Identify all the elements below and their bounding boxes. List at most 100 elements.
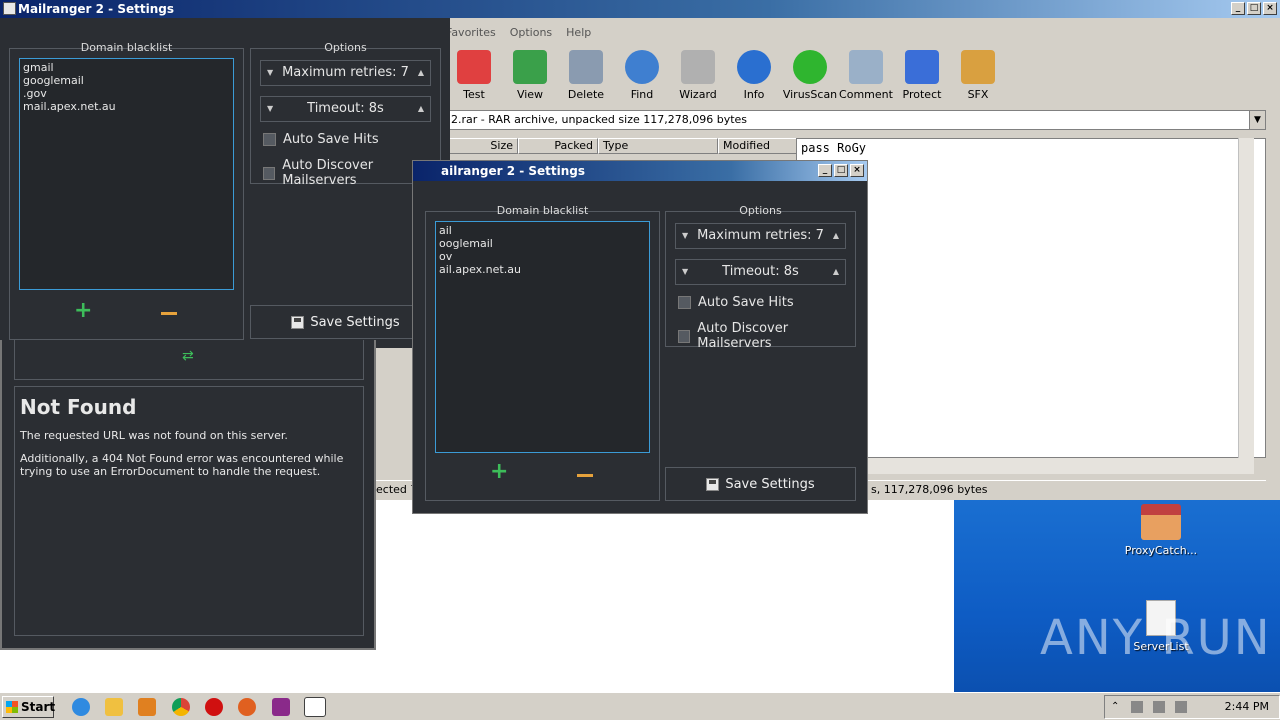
trash-icon bbox=[569, 50, 603, 84]
blacklist-list[interactable]: gmail googlemail .gov mail.apex.net.au bbox=[19, 58, 234, 290]
floppy-icon bbox=[706, 477, 720, 491]
checkbox-box[interactable] bbox=[678, 329, 691, 343]
window-titlebar[interactable]: Mailranger 2 - Settings _ □ × bbox=[0, 0, 1280, 18]
vertical-scrollbar[interactable] bbox=[1238, 138, 1254, 458]
mailranger-taskbar-icon[interactable] bbox=[304, 697, 326, 717]
list-item[interactable]: ov bbox=[439, 250, 646, 263]
add-domain-button[interactable]: + bbox=[74, 300, 92, 322]
save-settings-button[interactable]: Save Settings bbox=[665, 467, 856, 501]
arrow-up-icon[interactable]: ▲ bbox=[833, 224, 839, 248]
list-item[interactable]: googlemail bbox=[23, 74, 230, 87]
flag-icon[interactable] bbox=[1175, 701, 1187, 713]
list-item[interactable]: ooglemail bbox=[439, 237, 646, 250]
timeout-spinner[interactable]: ▼ Timeout: 8s ▲ bbox=[260, 96, 431, 122]
error-content: Not Found The requested URL was not foun… bbox=[14, 386, 364, 636]
network-icon[interactable] bbox=[1153, 701, 1165, 713]
archive-path-field[interactable]: 2.rar - RAR archive, unpacked size 117,2… bbox=[446, 110, 1266, 130]
max-retries-spinner[interactable]: ▼ Maximum retries: 7 ▲ bbox=[260, 60, 431, 86]
list-item[interactable]: mail.apex.net.au bbox=[23, 100, 230, 113]
col-type[interactable]: Type bbox=[598, 138, 718, 154]
ie-icon[interactable] bbox=[72, 698, 90, 716]
tool-protect[interactable]: Protect bbox=[894, 48, 950, 108]
desktop-icon-proxycatch[interactable]: ProxyCatch... bbox=[1121, 504, 1201, 557]
tool-comment[interactable]: Comment bbox=[838, 48, 894, 108]
arrow-down-icon[interactable]: ▼ bbox=[682, 224, 688, 248]
media-player-icon[interactable] bbox=[138, 698, 156, 716]
col-packed[interactable]: Packed bbox=[518, 138, 598, 154]
windows-flag-icon bbox=[6, 701, 18, 713]
timeout-spinner[interactable]: ▼ Timeout: 8s ▲ bbox=[675, 259, 846, 285]
tool-delete[interactable]: Delete bbox=[558, 48, 614, 108]
list-item[interactable]: ail.apex.net.au bbox=[439, 263, 646, 276]
tool-find[interactable]: Find bbox=[614, 48, 670, 108]
add-domain-button[interactable]: + bbox=[490, 461, 508, 483]
blacklist-list[interactable]: ail ooglemail ov ail.apex.net.au bbox=[435, 221, 650, 453]
folder-icon[interactable] bbox=[105, 698, 123, 716]
col-modified[interactable]: Modified bbox=[718, 138, 798, 154]
tool-view[interactable]: View bbox=[502, 48, 558, 108]
arrow-up-icon[interactable]: ▲ bbox=[833, 260, 839, 284]
blacklist-title: Domain blacklist bbox=[80, 41, 173, 54]
maximize-button[interactable]: □ bbox=[834, 164, 848, 177]
max-retries-spinner[interactable]: ▼ Maximum retries: 7 ▲ bbox=[675, 223, 846, 249]
sfx-icon bbox=[961, 50, 995, 84]
chrome-icon[interactable] bbox=[172, 698, 190, 716]
list-item[interactable]: .gov bbox=[23, 87, 230, 100]
arrow-up-icon[interactable]: ▲ bbox=[418, 97, 424, 121]
firefox-icon[interactable] bbox=[238, 698, 256, 716]
system-tray: ⌃ 2:44 PM bbox=[1104, 695, 1280, 719]
menu-options[interactable]: Options bbox=[510, 26, 552, 39]
arrow-down-icon[interactable]: ▼ bbox=[267, 61, 273, 85]
checkbox-box[interactable] bbox=[678, 296, 691, 309]
info-icon bbox=[737, 50, 771, 84]
opera-icon[interactable] bbox=[205, 698, 223, 716]
menu-favorites[interactable]: Favorites bbox=[446, 26, 496, 39]
menu-help[interactable]: Help bbox=[566, 26, 591, 39]
list-item[interactable]: gmail bbox=[23, 61, 230, 74]
winrar-icon[interactable] bbox=[272, 698, 290, 716]
settings-window-titlebar[interactable]: ailranger 2 - Settings _ □ × bbox=[413, 161, 867, 181]
watermark: ANY RUN bbox=[1040, 610, 1272, 666]
checkbox-box[interactable] bbox=[263, 166, 276, 180]
list-item[interactable]: ail bbox=[439, 224, 646, 237]
tool-virusscan[interactable]: VirusScan bbox=[782, 48, 838, 108]
auto-discover-checkbox[interactable]: Auto Discover Mailservers bbox=[678, 321, 855, 351]
tool-sfx[interactable]: SFX bbox=[950, 48, 1006, 108]
test-icon bbox=[457, 50, 491, 84]
options-title: Options bbox=[739, 204, 782, 217]
wand-icon bbox=[681, 50, 715, 84]
clock[interactable]: 2:44 PM bbox=[1225, 696, 1269, 718]
maximize-button[interactable]: □ bbox=[1247, 2, 1261, 15]
minimize-button[interactable]: _ bbox=[818, 164, 832, 177]
shield-icon bbox=[905, 50, 939, 84]
checkbox-box[interactable] bbox=[263, 133, 276, 146]
window-title: Mailranger 2 - Settings bbox=[18, 2, 174, 16]
arrow-down-icon[interactable]: ▼ bbox=[682, 260, 688, 284]
arrow-up-icon[interactable]: ▲ bbox=[418, 61, 424, 85]
tool-wizard[interactable]: Wizard bbox=[670, 48, 726, 108]
arrow-down-icon[interactable]: ▼ bbox=[267, 97, 273, 121]
auto-save-checkbox[interactable]: Auto Save Hits bbox=[263, 132, 379, 147]
close-button[interactable]: × bbox=[850, 164, 864, 177]
start-button[interactable]: Start bbox=[2, 696, 55, 718]
settings-window-title: ailranger 2 - Settings bbox=[441, 164, 586, 178]
tool-test[interactable]: Test bbox=[446, 48, 502, 108]
blacklist-title: Domain blacklist bbox=[496, 204, 589, 217]
error-heading: Not Found bbox=[20, 395, 137, 419]
floppy-icon bbox=[291, 315, 305, 329]
remove-domain-button[interactable] bbox=[577, 474, 593, 477]
magnifier-icon bbox=[625, 50, 659, 84]
chevron-up-icon[interactable]: ⌃ bbox=[1111, 701, 1123, 713]
chevron-down-icon[interactable]: ▼ bbox=[1249, 111, 1265, 129]
blacklist-group: Domain blacklist ail ooglemail ov ail.ap… bbox=[425, 204, 660, 501]
minimize-button[interactable]: _ bbox=[1231, 2, 1245, 15]
auto-save-checkbox[interactable]: Auto Save Hits bbox=[678, 295, 794, 310]
close-button[interactable]: × bbox=[1263, 2, 1277, 15]
comment-icon bbox=[849, 50, 883, 84]
remove-domain-button[interactable] bbox=[161, 312, 177, 315]
tool-info[interactable]: Info bbox=[726, 48, 782, 108]
refresh-icon[interactable]: ⇄ bbox=[182, 348, 194, 364]
settings-window: ailranger 2 - Settings _ □ × Domain blac… bbox=[412, 160, 868, 514]
col-size[interactable]: Size bbox=[446, 138, 518, 154]
volume-icon[interactable] bbox=[1131, 701, 1143, 713]
